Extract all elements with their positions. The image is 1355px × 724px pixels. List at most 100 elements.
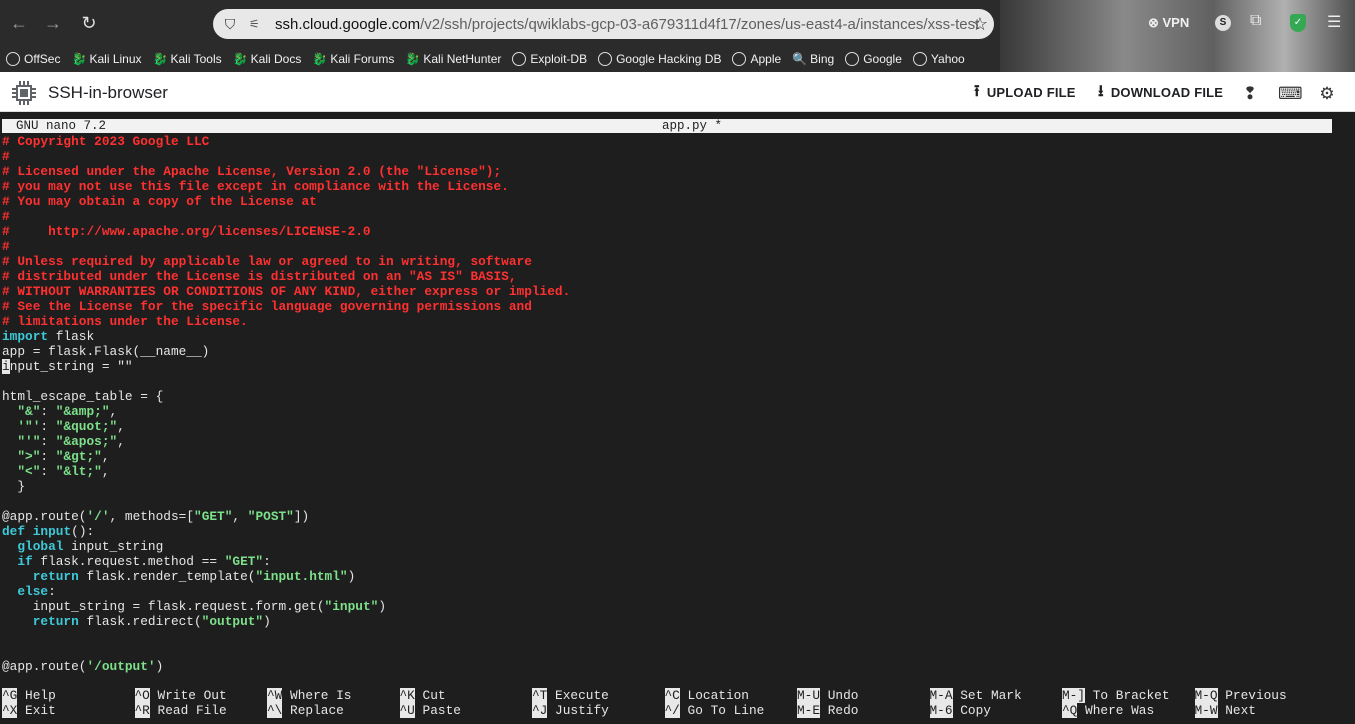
code-token: # [2, 149, 10, 164]
code-token: } [2, 479, 26, 494]
site-settings-icon[interactable]: ⚟ [249, 16, 265, 32]
bookmark-item[interactable]: 🐉 Kali NetHunter [405, 52, 501, 66]
vpn-extension[interactable]: ⊗ VPN [1142, 13, 1195, 33]
code-token: , [109, 404, 118, 419]
url-text: ssh.cloud.google.com/v2/ssh/projects/qwi… [275, 15, 980, 33]
code-token: global [17, 539, 64, 554]
code-line: # WITHOUT WARRANTIES OR CONDITIONS OF AN… [2, 284, 1342, 299]
shortcut-key: M-] [1062, 688, 1086, 703]
kali-dragon-icon: 🐉 [405, 52, 421, 66]
code-token: , [232, 509, 248, 524]
security-shield-icon[interactable]: ⛉ [221, 15, 239, 33]
code-token: flask.request.method == [32, 554, 225, 569]
bookmark-label: Kali Docs [250, 52, 302, 66]
nano-shortcut-bar: ^G Help ^X Exit ^O Write Out ^R Read File ^W… [2, 688, 1352, 720]
bookmark-item[interactable]: 🐉 Kali Tools [153, 52, 222, 66]
code-token: : [40, 419, 56, 434]
shortcut-key: ^C [664, 688, 680, 703]
code-token: "GET" [224, 554, 264, 569]
bookmark-item[interactable]: Apple [732, 52, 781, 66]
shortcut-item: ^O Write Out [134, 688, 227, 703]
shortcut-item: ^C Location [664, 688, 749, 703]
bookmark-item[interactable]: Google Hacking DB [598, 52, 721, 66]
code-token: "output" [201, 614, 264, 629]
globe-icon [6, 52, 20, 66]
bookmark-item[interactable]: 🐉 Kali Linux [71, 52, 141, 66]
shortcut-item: ^K Cut [399, 688, 446, 703]
shortcut-label: Redo [827, 703, 859, 718]
bookmark-star-icon[interactable]: ☆ [972, 14, 988, 34]
code-line: else: [2, 584, 1342, 599]
shortcut-label: Where Is [290, 688, 352, 703]
bookmark-item[interactable]: Yahoo [912, 52, 965, 66]
menu-icon[interactable]: ☰ [1327, 12, 1341, 32]
download-file-button[interactable]: ⭳ DOWNLOAD FILE [1098, 84, 1223, 100]
code-line: return flask.render_template("input.html… [2, 569, 1342, 584]
shortcut-key: ^R [134, 703, 150, 718]
terminal[interactable]: GNU nano 7.2 app.py * # Copyright 2023 G… [0, 112, 1355, 724]
code-line: "'": "&apos;", [2, 434, 1342, 449]
upload-icon: ⭱ [974, 83, 980, 100]
keyboard-icon[interactable]: ⌨ [1278, 84, 1303, 104]
bookmark-item[interactable]: OffSec [6, 52, 60, 66]
code-token: ">" [17, 449, 41, 464]
forward-arrow-icon[interactable]: → [42, 12, 64, 34]
shortcut-label: Help [25, 688, 56, 703]
code-line: @app.route('/', methods=["GET", "POST"]) [2, 509, 1342, 524]
reload-icon[interactable]: ↻ [78, 12, 100, 34]
feedback-icon[interactable]: ❢ [1240, 84, 1260, 104]
code-token: , [117, 434, 125, 449]
shortcut-label: Location [687, 688, 749, 703]
code-token: , [117, 419, 125, 434]
app-title: SSH-in-browser [48, 83, 168, 102]
shortcut-key: ^G [2, 688, 18, 703]
code-token: # distributed under the License is distr… [2, 269, 517, 284]
editor-buffer[interactable]: # Copyright 2023 Google LLC # # Licensed u… [2, 134, 1342, 674]
code-line: # Copyright 2023 Google LLC [2, 134, 1342, 149]
code-token: "GET" [194, 509, 233, 524]
code-token: , methods=[ [109, 509, 195, 524]
bookmark-item[interactable]: 🐉 Kali Docs [233, 52, 302, 66]
shortcut-item: ^J Justify [532, 703, 609, 718]
search-icon: 🔍 [792, 52, 808, 66]
shortcut-key: M-A [929, 688, 953, 703]
code-token: "&lt;" [55, 464, 102, 479]
code-token: "&gt;" [55, 449, 102, 464]
shield-extension-icon[interactable]: ✓ [1290, 14, 1306, 32]
code-token: '/output' [86, 659, 156, 674]
code-token: : [263, 554, 271, 569]
code-token: @app.route( [2, 509, 87, 524]
back-arrow-icon[interactable]: ← [8, 12, 30, 34]
bookmark-item[interactable]: Exploit-DB [512, 52, 587, 66]
extension-s-icon[interactable]: S [1215, 15, 1231, 31]
bookmarks-bar: OffSec 🐉 Kali Linux 🐉 Kali Tools 🐉 Kali Docs 🐉 K… [0, 46, 1355, 72]
bookmark-item[interactable]: Google [845, 52, 902, 66]
code-line: # http://www.apache.org/licenses/LICENSE… [2, 224, 1342, 239]
shortcut-label: To Bracket [1092, 688, 1170, 703]
bookmark-label: OffSec [24, 52, 61, 66]
extensions-puzzle-icon[interactable]: ⧉ [1250, 12, 1261, 30]
code-token: "<" [17, 464, 41, 479]
bookmark-item[interactable]: 🔍 Bing [792, 52, 834, 66]
settings-gear-icon[interactable]: ⚙ [1317, 84, 1337, 104]
code-token: # Licensed under the Apache License, Ver… [2, 164, 502, 179]
code-token: # [2, 209, 10, 224]
code-token: "&quot;" [55, 419, 118, 434]
shortcut-key: ^T [532, 688, 548, 703]
code-token: : [40, 464, 56, 479]
chip-logo-icon [12, 81, 36, 105]
shortcut-key: M-W [1194, 703, 1218, 718]
code-token: flask.redirect( [78, 614, 202, 629]
upload-file-button[interactable]: ⭱ UPLOAD FILE [974, 84, 1076, 100]
address-bar[interactable]: ⛉ ⚟ ssh.cloud.google.com/v2/ssh/projects… [213, 9, 994, 39]
browser-toolbar: ← → ↻ ⛉ ⚟ ssh.cloud.google.com/v2/ssh/pr… [0, 0, 1355, 72]
code-line: "<": "&lt;", [2, 464, 1342, 479]
code-token: # limitations under the License. [2, 314, 248, 329]
code-line: } [2, 479, 1342, 494]
bookmark-item[interactable]: 🐉 Kali Forums [312, 52, 394, 66]
